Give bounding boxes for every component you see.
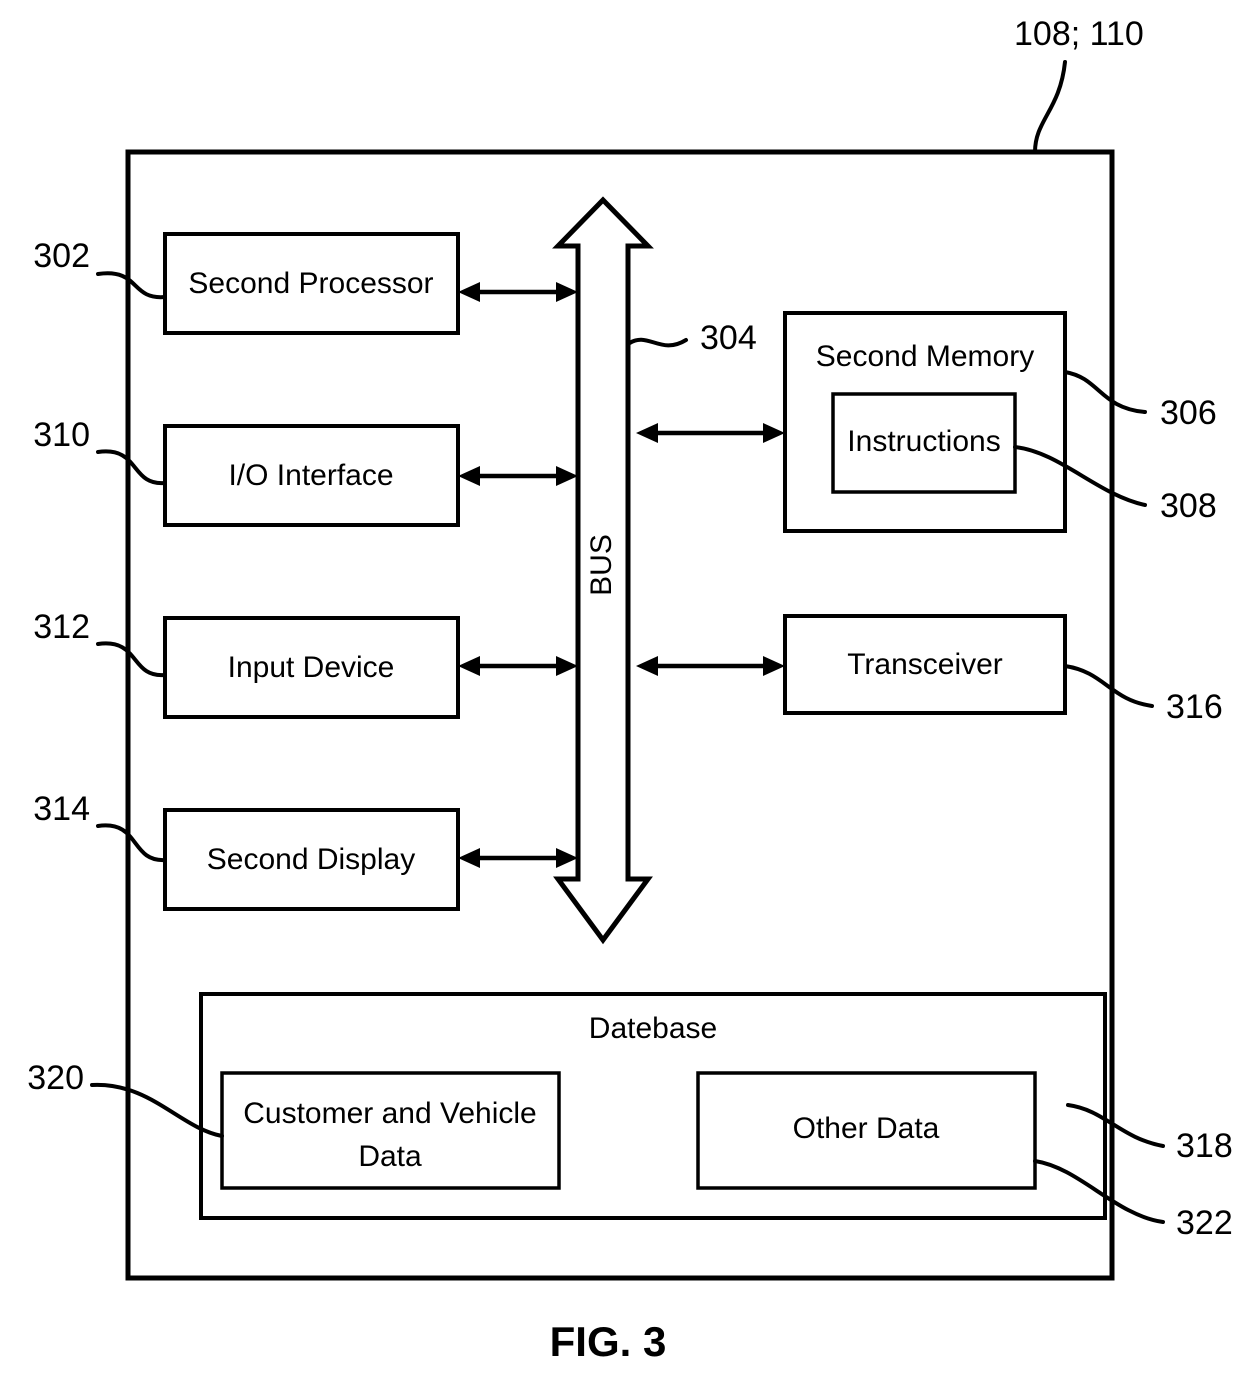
diagram-canvas: 108; 110 BUS 304 Second Processor 302 I/… <box>27 15 1233 1365</box>
leader-line-312 <box>96 641 167 678</box>
ref-number-322: 322 <box>1176 1204 1233 1242</box>
block-label-datebase: Datebase <box>589 1012 717 1045</box>
arrowhead-second-display-left <box>458 848 480 868</box>
leader-line-302 <box>96 271 167 300</box>
leader-line-314 <box>96 823 167 863</box>
bus-label: BUS <box>585 534 618 596</box>
leader-line-322 <box>1033 1159 1165 1224</box>
leader-line-310 <box>96 449 167 486</box>
leader-line-306 <box>1063 370 1147 414</box>
arrowhead-transceiver-right <box>763 656 785 676</box>
arrowhead-second-processor-left <box>458 282 480 302</box>
figure-3-block-diagram: 108; 110 BUS 304 Second Processor 302 I/… <box>0 0 1240 1391</box>
ref-number-302: 302 <box>33 237 90 275</box>
ref-number-306: 306 <box>1160 394 1217 432</box>
leader-line-304 <box>626 337 688 348</box>
arrowhead-second-memory-right <box>763 423 785 443</box>
arrowhead-second-processor-right <box>556 282 578 302</box>
ref-number-108-110: 108; 110 <box>1014 15 1144 53</box>
arrowhead-second-memory-left <box>636 423 658 443</box>
block-label-instructions: Instructions <box>847 425 1000 458</box>
figure-caption: FIG. 3 <box>550 1318 667 1365</box>
block-label-input-device: Input Device <box>228 651 395 684</box>
ref-number-314: 314 <box>33 790 90 828</box>
leader-line-308 <box>1013 445 1147 507</box>
ref-number-310: 310 <box>33 416 90 454</box>
block-label-second-processor: Second Processor <box>188 267 433 300</box>
arrowhead-input-device-right <box>556 656 578 676</box>
block-label-second-display: Second Display <box>207 843 415 876</box>
block-label-customer-and-vehicle-data-line1: Customer and Vehicle <box>243 1097 537 1130</box>
block-label-other-data: Other Data <box>793 1112 940 1145</box>
ref-number-316: 316 <box>1166 688 1223 726</box>
arrowhead-input-device-left <box>458 656 480 676</box>
arrowhead-second-display-right <box>556 848 578 868</box>
block-label-transceiver: Transceiver <box>847 648 1003 681</box>
arrowhead-io-interface-right <box>556 466 578 486</box>
leader-line-108-110 <box>1033 60 1067 154</box>
ref-number-304: 304 <box>700 319 757 357</box>
block-label-second-memory: Second Memory <box>816 340 1034 373</box>
ref-number-318: 318 <box>1176 1127 1233 1165</box>
block-label-customer-and-vehicle-data-line2: Data <box>358 1140 422 1173</box>
arrowhead-transceiver-left <box>636 656 658 676</box>
arrowhead-io-interface-left <box>458 466 480 486</box>
ref-number-308: 308 <box>1160 487 1217 525</box>
leader-line-318 <box>1066 1103 1165 1148</box>
leader-line-316 <box>1063 664 1154 708</box>
ref-number-312: 312 <box>33 608 90 646</box>
ref-number-320: 320 <box>27 1059 84 1097</box>
block-label-io-interface: I/O Interface <box>228 459 393 492</box>
